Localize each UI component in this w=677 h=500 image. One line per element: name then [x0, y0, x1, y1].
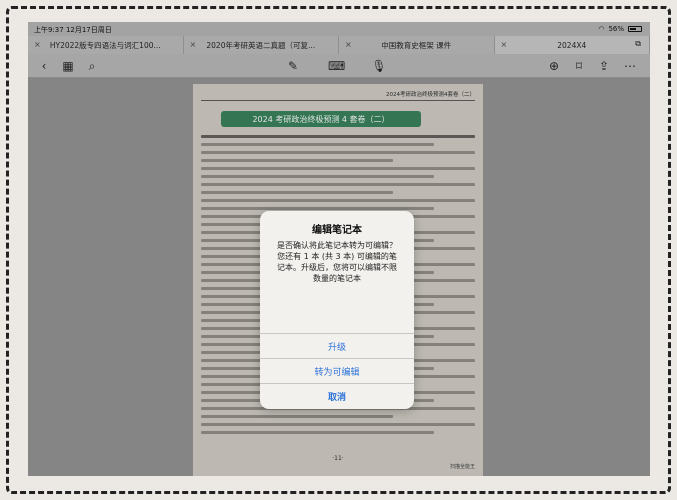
keyboard-icon[interactable]: ⌨	[328, 58, 345, 74]
bookmark-icon[interactable]: ⌑	[571, 58, 587, 74]
search-icon[interactable]: ⌕	[84, 58, 100, 74]
dialog-title: 编辑笔记本	[312, 225, 362, 236]
upgrade-button[interactable]: 升级	[260, 333, 414, 358]
battery-icon	[628, 26, 642, 32]
status-bar: 上午9:37 12月17日周日 ◠ 56%	[28, 22, 650, 36]
document-canvas[interactable]: 2024考研政治终极预测4套卷（二） 2024 考研政治终极预测 4 套卷（二）	[28, 78, 650, 476]
tab-grammar[interactable]: × HY2022版专四语法与词汇100...	[28, 36, 184, 54]
tab-label: 2024X4	[557, 40, 587, 50]
pen-icon[interactable]: ✎	[285, 58, 301, 74]
tab-2024x4[interactable]: × 2024X4 ⧉	[494, 36, 650, 54]
microphone-icon[interactable]: 🎙	[371, 58, 387, 74]
dialog-message: 是否确认将此笔记本转为可编辑？您还有 1 本 (共 3 本) 可编辑的笔记本。升…	[277, 241, 397, 283]
tab-label: 中国教育史框架 课件	[381, 40, 452, 50]
tab-education-history[interactable]: × 中国教育史框架 课件	[339, 36, 495, 54]
cancel-button[interactable]: 取消	[260, 383, 414, 408]
close-tab-icon[interactable]: ×	[190, 40, 197, 49]
tab-label: 2020年考研英语二真题（可复...	[206, 40, 316, 50]
ipad-screen: 上午9:37 12月17日周日 ◠ 56% × HY2022版专四语法与词汇10…	[28, 22, 650, 476]
wifi-icon: ◠	[598, 25, 605, 33]
status-indicators: ◠ 56%	[598, 25, 642, 33]
status-time-date: 上午9:37 12月17日周日	[34, 26, 112, 34]
tab-overview-icon[interactable]: ⧉	[635, 39, 641, 49]
tab-bar: × HY2022版专四语法与词汇100... × 2020年考研英语二真题（可复…	[28, 36, 650, 54]
close-tab-icon[interactable]: ×	[501, 40, 508, 49]
add-page-icon[interactable]: ⊕	[546, 58, 562, 74]
tab-label: HY2022版专四语法与词汇100...	[49, 40, 161, 50]
share-icon[interactable]: ⇪	[596, 58, 612, 74]
tab-english-exam[interactable]: × 2020年考研英语二真题（可复...	[184, 36, 339, 54]
close-tab-icon[interactable]: ×	[345, 40, 352, 49]
edit-notebook-dialog: 编辑笔记本 是否确认将此笔记本转为可编辑？您还有 1 本 (共 3 本) 可编辑…	[260, 211, 414, 409]
close-tab-icon[interactable]: ×	[34, 40, 41, 49]
more-icon[interactable]: ⋯	[622, 58, 638, 74]
back-icon[interactable]: ‹	[36, 58, 52, 74]
convert-editable-button[interactable]: 转为可编辑	[260, 358, 414, 383]
grid-icon[interactable]: ▦	[60, 58, 76, 74]
battery-percent: 56%	[608, 25, 624, 33]
document-toolbar: ‹ ▦ ⌕ ✎ ⌨ 🎙 ⊕ ⌑ ⇪ ⋯	[28, 54, 650, 78]
